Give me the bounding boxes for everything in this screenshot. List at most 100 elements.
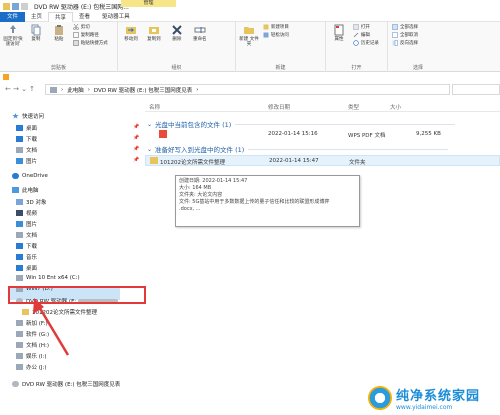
sidebar-item-pictures[interactable]: 图片 — [16, 157, 37, 165]
breadcrumb-this-pc[interactable]: 此电脑 — [67, 86, 84, 94]
table-row[interactable]: 2022-01-14 15:16 WPS PDF 文档 9,255 KB — [145, 129, 500, 140]
quick-access-icon[interactable] — [12, 2, 19, 10]
group-title: 光盘中当前包含的文件 (1) — [155, 121, 232, 129]
download-icon — [16, 136, 23, 142]
column-modified[interactable]: 修改日期 — [268, 103, 290, 111]
sidebar-item-drive-i[interactable]: 娱乐 (I:) — [16, 352, 47, 360]
sidebar-item-desktop[interactable]: 桌面 — [16, 124, 37, 132]
group-header-to-write[interactable]: ⌄ 准备好写入到光盘中的文件 (1) — [147, 144, 449, 154]
rename-button[interactable]: 重命名 — [190, 24, 210, 42]
desktop-icon — [16, 125, 23, 131]
history-button[interactable]: 历史记录 — [353, 40, 379, 46]
sidebar-item-documents[interactable]: 文档 — [16, 146, 37, 154]
tab-home[interactable]: 主页 — [25, 12, 48, 22]
column-type[interactable]: 类型 — [348, 103, 359, 111]
sidebar-item-pc-documents[interactable]: 文档 — [16, 231, 37, 239]
breadcrumb-separator: › — [196, 86, 199, 93]
sidebar-item-3d-objects[interactable]: 3D 对象 — [16, 198, 46, 206]
table-row[interactable]: 101202论文所需文件整理 2022-01-14 15:47 文件夹 — [145, 155, 500, 166]
sidebar-item-onedrive[interactable]: OneDrive — [12, 173, 48, 179]
column-size[interactable]: 大小 — [390, 103, 401, 111]
forward-button[interactable]: → — [12, 85, 20, 93]
paste-shortcut-label: 粘贴快捷方式 — [80, 41, 108, 46]
sidebar-item-videos[interactable]: 视频 — [16, 209, 37, 217]
pin-label: 固定到'快速访问' — [3, 37, 23, 47]
history-label: 历史记录 — [360, 41, 379, 46]
paste-shortcut-button[interactable]: 粘贴快捷方式 — [72, 40, 108, 46]
sidebar-item-drive-j[interactable]: 办公 (J:) — [16, 363, 47, 371]
rename-icon — [194, 27, 206, 33]
open-button[interactable]: 打开 — [353, 24, 379, 30]
sidebar-item-drive-e-folder[interactable]: 101202论文所需文件整理 — [22, 308, 97, 316]
pin-icon — [10, 25, 16, 33]
select-none-button[interactable]: 全部取消 — [392, 32, 418, 38]
sidebar-item-pc-pictures[interactable]: 图片 — [16, 220, 37, 228]
sidebar-label: 文档 — [26, 148, 38, 154]
paste-button[interactable]: 粘贴 — [49, 24, 69, 42]
sidebar-item-pc-desktop[interactable]: 桌面 — [16, 264, 37, 272]
select-group-label: 选择 — [412, 65, 423, 71]
cut-label: 剪切 — [80, 25, 90, 30]
history-icon — [353, 40, 359, 46]
pin-quick-access-button[interactable]: 固定到'快速访问' — [3, 24, 23, 47]
new-item-button[interactable]: 新建项目 — [263, 24, 289, 30]
sidebar-item-downloads[interactable]: 下载 — [16, 135, 37, 143]
new-folder-button[interactable]: 新建 文件夹 — [239, 24, 259, 47]
easy-access-button[interactable]: 轻松访问 — [263, 32, 289, 38]
copy-path-button[interactable]: 复制路径 — [72, 32, 108, 38]
sidebar-item-drive-f[interactable]: 新加 (F:) — [16, 319, 48, 327]
delete-button[interactable]: 删除 — [167, 24, 187, 42]
easy-access-icon — [263, 32, 269, 38]
breadcrumb-drive[interactable]: DVD RW 驱动器 (E:) 包税三国网度见表 — [94, 86, 192, 94]
sidebar-item-drive-g[interactable]: 软件 (G:) — [16, 330, 49, 338]
column-name[interactable]: 名称 — [149, 103, 160, 111]
window-title: DVD RW 驱动器 (E:) 包税三国网... — [34, 3, 129, 11]
sidebar-item-drive-c[interactable]: Win 10 Ent x64 (C:) — [16, 275, 80, 281]
sidebar-item-drive-h[interactable]: 文档 (H:) — [16, 341, 49, 349]
tab-share[interactable]: 共享 — [48, 11, 74, 22]
computer-icon — [12, 187, 19, 193]
tab-drive-tools[interactable]: 驱动器工具 — [96, 12, 136, 22]
sidebar-label: 桌面 — [26, 266, 38, 272]
select-all-button[interactable]: 全部选择 — [392, 24, 418, 30]
sidebar-item-pc-downloads[interactable]: 下载 — [16, 242, 37, 250]
file-list-pane: 名称 修改日期 类型 大小 ⌄ 光盘中当前包含的文件 (1) 2022-01-1… — [145, 100, 500, 415]
back-button[interactable]: ← — [4, 85, 12, 93]
recent-dropdown-button[interactable]: ⌄ — [20, 85, 28, 93]
edit-label: 编辑 — [360, 33, 370, 38]
chevron-down-icon[interactable] — [21, 2, 28, 10]
up-button[interactable]: ↑ — [28, 85, 36, 93]
copy-button[interactable]: 复制 — [26, 24, 46, 42]
invert-selection-button[interactable]: 反向选择 — [392, 40, 418, 46]
file-type: 文件夹 — [349, 160, 366, 166]
copy-to-label: 复制到 — [147, 37, 161, 42]
tab-view[interactable]: 查看 — [73, 12, 96, 22]
cut-button[interactable]: 剪切 — [72, 24, 108, 30]
sidebar-item-this-pc[interactable]: 此电脑 — [12, 186, 39, 194]
folder-icon — [3, 2, 10, 10]
drive-icon — [16, 364, 23, 370]
group-header-on-disc[interactable]: ⌄ 光盘中当前包含的文件 (1) — [147, 119, 456, 129]
breadcrumb-separator: › — [61, 86, 64, 93]
open-group: 属性 打开 编辑 历史记录 打开 — [326, 22, 388, 72]
sidebar-label: 101202论文所需文件整理 — [32, 310, 97, 316]
copy-to-icon — [148, 27, 159, 34]
navigation-pane: 快速访问 桌面 📌 下载 📌 文档 📌 图片 📌 OneDrive 此电脑 3D… — [0, 100, 145, 415]
ribbon-tabs: 文件 主页 共享 查看 驱动器工具 — [0, 11, 500, 22]
download-icon — [16, 243, 23, 249]
tab-file[interactable]: 文件 — [0, 11, 26, 22]
folder-icon — [150, 157, 158, 164]
properties-button[interactable]: 属性 — [329, 24, 349, 42]
manage-context-tab[interactable]: 管理 — [121, 0, 176, 7]
copy-to-button[interactable]: 复制到 — [144, 24, 164, 42]
move-to-button[interactable]: 移动到 — [121, 24, 141, 42]
sidebar-item-music[interactable]: 音乐 — [16, 253, 37, 261]
address-bar[interactable]: › 此电脑 › DVD RW 驱动器 (E:) 包税三国网度见表 › — [45, 84, 450, 95]
edit-button[interactable]: 编辑 — [353, 32, 379, 38]
sidebar-item-dvd-bottom[interactable]: DVD RW 驱动器 (E:) 包税三国网度见表 — [12, 380, 120, 388]
sidebar-item-quick-access[interactable]: 快速访问 — [12, 112, 44, 120]
clipboard-small-actions: 剪切 复制路径 粘贴快捷方式 — [72, 24, 108, 46]
search-input[interactable] — [452, 84, 500, 95]
dvd-drive-icon — [12, 381, 19, 387]
edit-icon — [353, 32, 359, 38]
